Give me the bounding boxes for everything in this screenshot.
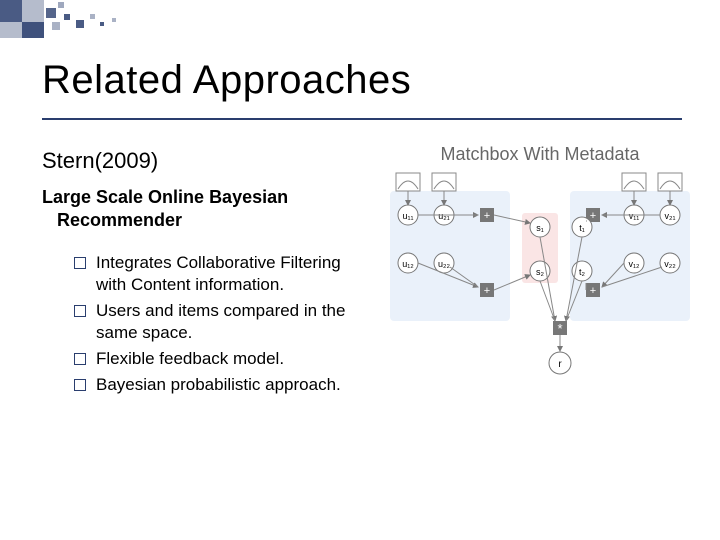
diagram-title: Matchbox With Metadata	[390, 144, 690, 165]
svg-text:+: +	[484, 210, 490, 222]
bullet-list: Integrates Collaborative Filtering with …	[74, 252, 374, 401]
svg-text:*: *	[557, 321, 562, 336]
bullet-text: Integrates Collaborative Filtering with …	[96, 252, 374, 296]
bullet-icon	[74, 353, 86, 365]
corner-decoration	[0, 0, 140, 40]
bullet-text: Users and items compared in the same spa…	[96, 300, 374, 344]
svg-text:u₁₁: u₁₁	[402, 211, 413, 221]
matchbox-diagram: Matchbox With Metadata u₁₁ u₂₁	[390, 144, 690, 426]
slide-title: Related Approaches	[42, 58, 411, 103]
svg-text:t₁: t₁	[579, 223, 585, 233]
svg-text:+: +	[590, 210, 596, 222]
svg-text:+: +	[484, 285, 490, 297]
title-underline	[42, 118, 682, 120]
bullet-text: Flexible feedback model.	[96, 348, 284, 370]
svg-text:s₂: s₂	[536, 267, 545, 277]
svg-text:u₂₂: u₂₂	[438, 259, 450, 269]
list-item: Integrates Collaborative Filtering with …	[74, 252, 374, 296]
svg-text:u₁₂: u₁₂	[402, 259, 414, 269]
bullet-icon	[74, 305, 86, 317]
svg-text:u₂₁: u₂₁	[438, 211, 450, 221]
bullet-icon	[74, 257, 86, 269]
subtitle: Large Scale Online Bayesian Recommender	[42, 186, 288, 231]
bullet-text: Bayesian probabilistic approach.	[96, 374, 341, 396]
svg-text:v₁₁: v₁₁	[629, 211, 640, 221]
list-item: Bayesian probabilistic approach.	[74, 374, 374, 396]
graph-svg: u₁₁ u₂₁ v₁₁ v₂₁ + + s₁ t₁ u₁₂ u₂₂ v₁₂	[390, 171, 690, 421]
list-item: Users and items compared in the same spa…	[74, 300, 374, 344]
citation: Stern(2009)	[42, 148, 158, 174]
svg-text:t₂: t₂	[579, 267, 586, 277]
subtitle-line1: Large Scale Online Bayesian	[42, 187, 288, 207]
svg-text:v₂₁: v₂₁	[664, 211, 675, 221]
bullet-icon	[74, 379, 86, 391]
svg-text:s₁: s₁	[536, 223, 544, 233]
svg-text:+: +	[590, 285, 596, 297]
subtitle-line2: Recommender	[57, 210, 182, 230]
list-item: Flexible feedback model.	[74, 348, 374, 370]
svg-text:v₁₂: v₁₂	[628, 259, 640, 269]
svg-text:v₂₂: v₂₂	[664, 259, 676, 269]
